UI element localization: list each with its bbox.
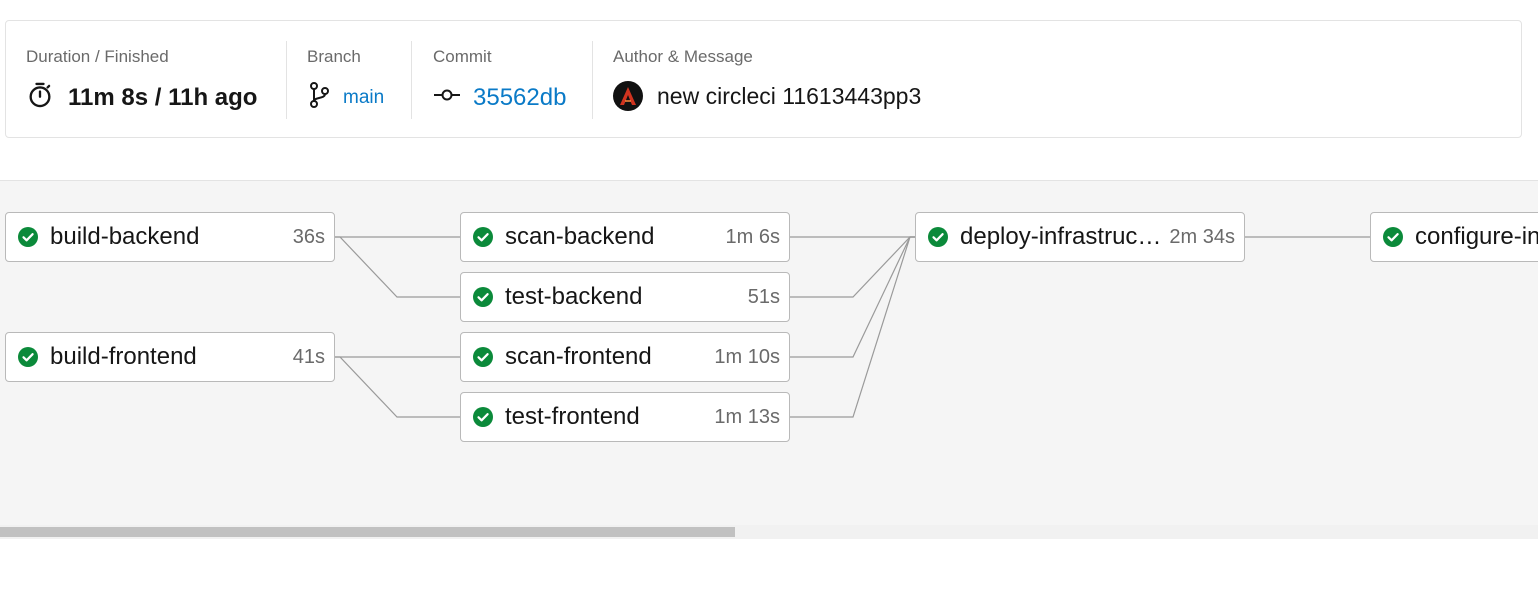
commit-message: new circleci 11613443pp3 [657, 82, 922, 109]
job-name: scan-backend [505, 223, 655, 250]
avatar-logo-icon [620, 87, 636, 105]
job-test-backend[interactable]: test-backend 51s [460, 272, 790, 322]
commit-icon [433, 81, 461, 114]
success-check-icon [473, 347, 493, 367]
commit-value: 35562db [433, 81, 566, 114]
workflow-graph[interactable]: build-backend 36s build-frontend 41s scan-ba… [0, 180, 1538, 526]
scrollbar-thumb[interactable] [0, 527, 735, 537]
branch-link[interactable]: main [343, 87, 384, 109]
job-duration: 41s [292, 345, 325, 368]
success-check-icon [473, 287, 493, 307]
edge-build-frontend-to-test-frontend [335, 356, 460, 418]
job-duration: 1m 13s [714, 405, 780, 428]
pipeline-summary: Duration / Finished 11m 8s / 11h ago Bra… [5, 20, 1522, 138]
edge-test-frontend-to-deploy-infrastructure [790, 236, 915, 418]
commit-label: Commit [433, 47, 492, 66]
job-duration: 1m 6s [725, 225, 780, 248]
avatar[interactable] [613, 81, 643, 111]
job-name: test-frontend [505, 403, 640, 430]
success-check-icon [18, 347, 38, 367]
job-name: build-backend [50, 223, 200, 250]
author-label: Author & Message [613, 47, 753, 66]
branch-icon [307, 81, 331, 114]
branch-label: Branch [307, 47, 361, 66]
divider [411, 41, 412, 119]
job-duration: 1m 10s [714, 345, 780, 368]
commit-link[interactable]: 35562db [473, 84, 566, 112]
duration-label: Duration / Finished [26, 47, 169, 66]
stopwatch-icon [26, 81, 54, 114]
divider [592, 41, 593, 119]
duration-value: 11m 8s / 11h ago [26, 81, 257, 114]
edge-build-backend-to-test-backend [335, 236, 460, 298]
job-duration: 51s [747, 285, 780, 308]
job-name: build-frontend [50, 343, 197, 370]
author-value: new circleci 11613443pp3 [613, 81, 921, 111]
branch-value: main [307, 81, 384, 114]
job-duration: 2m 34s [1169, 225, 1235, 248]
job-build-backend[interactable]: build-backend 36s [5, 212, 335, 262]
job-name: scan-frontend [505, 343, 652, 370]
success-check-icon [18, 227, 38, 247]
horizontal-scrollbar[interactable] [0, 525, 1538, 539]
divider [286, 41, 287, 119]
job-deploy-infrastructure[interactable]: deploy-infrastructure 2m 34s [915, 212, 1245, 262]
job-name: deploy-infrastructure [960, 223, 1164, 250]
success-check-icon [1383, 227, 1403, 247]
job-name: configure-infrastructure [1415, 223, 1538, 250]
job-test-frontend[interactable]: test-frontend 1m 13s [460, 392, 790, 442]
job-scan-backend[interactable]: scan-backend 1m 6s [460, 212, 790, 262]
success-check-icon [473, 407, 493, 427]
job-duration: 36s [292, 225, 325, 248]
duration-text: 11m 8s / 11h ago [68, 83, 258, 111]
job-scan-frontend[interactable]: scan-frontend 1m 10s [460, 332, 790, 382]
job-configure-infrastructure[interactable]: configure-infrastructure [1370, 212, 1538, 262]
job-build-frontend[interactable]: build-frontend 41s [5, 332, 335, 382]
success-check-icon [928, 227, 948, 247]
job-name: test-backend [505, 283, 643, 310]
success-check-icon [473, 227, 493, 247]
